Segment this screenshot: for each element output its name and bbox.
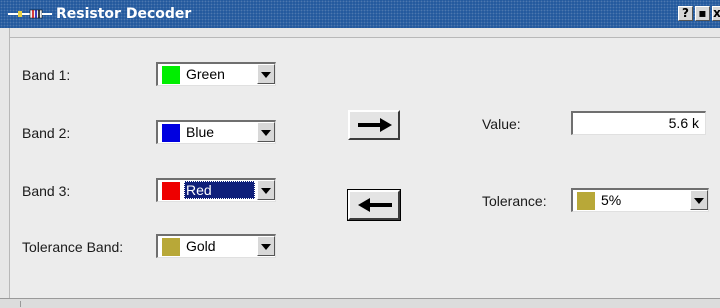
arrow-right-icon (358, 118, 392, 132)
resize-grip[interactable] (20, 301, 701, 307)
arrow-left-icon (358, 198, 392, 212)
band-1-label: Band 1: (22, 67, 71, 83)
maximize-button[interactable]: ▪ (695, 6, 710, 21)
band-1-value: Green (186, 66, 225, 82)
chevron-down-icon[interactable] (257, 236, 275, 256)
band-3-value: Red (186, 182, 212, 198)
help-button[interactable]: ? (678, 6, 693, 21)
band-1-swatch (162, 66, 180, 84)
value-field[interactable]: 5.6 k (571, 111, 706, 135)
app-icon (8, 9, 52, 19)
tolerance-value: 5% (601, 192, 622, 208)
tolerance-swatch (577, 192, 595, 210)
encode-button[interactable] (347, 189, 401, 221)
band-1-select[interactable]: Green (156, 62, 276, 86)
window-left-border (0, 28, 10, 308)
resistor-decoder-window: Resistor Decoder ? ▪ x Band 1: Green Ban… (0, 0, 720, 308)
value-label: Value: (482, 116, 521, 132)
band-2-select[interactable]: Blue (156, 120, 276, 144)
band-3-label: Band 3: (22, 183, 71, 199)
band-3-swatch (162, 182, 180, 200)
status-strip (0, 298, 720, 308)
tolerance-select[interactable]: 5% (571, 188, 709, 212)
window-top-border (10, 28, 720, 38)
chevron-down-icon[interactable] (257, 180, 275, 200)
tolerance-band-label: Tolerance Band: (22, 239, 124, 255)
chevron-down-icon[interactable] (257, 122, 275, 142)
band-2-label: Band 2: (22, 125, 71, 141)
tolerance-band-swatch (162, 238, 180, 256)
chevron-down-icon[interactable] (690, 190, 708, 210)
tolerance-band-value: Gold (186, 238, 216, 254)
band-3-select[interactable]: Red (156, 178, 276, 202)
chevron-down-icon[interactable] (257, 64, 275, 84)
window-title: Resistor Decoder (56, 6, 192, 22)
tolerance-label: Tolerance: (482, 193, 547, 209)
value-text: 5.6 k (668, 115, 699, 131)
close-button[interactable]: x (712, 6, 720, 21)
band-2-value: Blue (186, 124, 215, 140)
tolerance-band-select[interactable]: Gold (156, 234, 276, 258)
decode-button[interactable] (348, 110, 400, 140)
title-bar[interactable]: Resistor Decoder ? ▪ x (0, 0, 720, 28)
band-2-swatch (162, 124, 180, 142)
